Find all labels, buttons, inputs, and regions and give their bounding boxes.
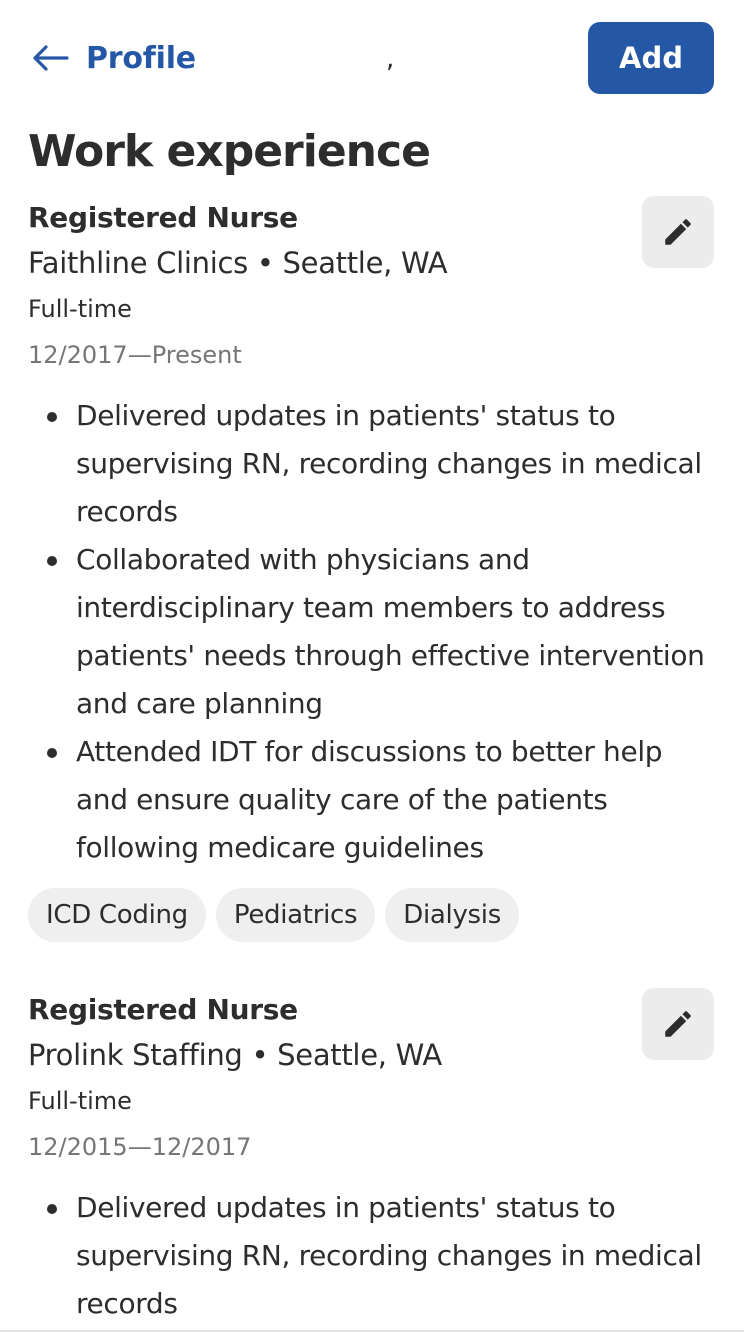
pencil-icon <box>665 1011 691 1037</box>
arrow-left-icon <box>33 45 69 71</box>
list-item: Delivered updates in patients' status to… <box>28 1184 718 1328</box>
job-entry: Registered Nurse Prolink Staffing • Seat… <box>28 988 718 1328</box>
pencil-icon <box>665 219 691 245</box>
list-item: Delivered updates in patients' status to… <box>28 392 718 536</box>
add-button[interactable]: Add <box>588 22 714 94</box>
job-entry: Registered Nurse Faithline Clinics • Sea… <box>28 196 718 942</box>
job-employment-type: Full-time <box>28 295 132 323</box>
job-description-list: Delivered updates in patients' status to… <box>28 1184 718 1328</box>
job-dates: 12/2017—Present <box>28 341 242 369</box>
job-title: Registered Nurse <box>28 201 298 234</box>
skill-chip[interactable]: ICD Coding <box>28 888 206 942</box>
page-title: Work experience <box>28 126 431 177</box>
skill-chip[interactable]: Pediatrics <box>215 888 376 942</box>
header: Profile , Add <box>0 0 744 116</box>
work-experience-page: Profile , Add Work experience Registered… <box>0 0 744 1332</box>
job-company-location: Prolink Staffing • Seattle, WA <box>28 1038 442 1072</box>
skills-list: ICD Coding Pediatrics Dialysis <box>28 888 718 942</box>
edit-job-button[interactable] <box>642 988 714 1060</box>
back-to-profile-link[interactable]: Profile <box>30 36 196 80</box>
job-dates: 12/2015—12/2017 <box>28 1133 252 1161</box>
back-label: Profile <box>86 40 196 76</box>
job-company-location: Faithline Clinics • Seattle, WA <box>28 246 448 280</box>
job-title: Registered Nurse <box>28 993 298 1026</box>
skill-chip[interactable]: Dialysis <box>385 888 519 942</box>
header-stray-text: , <box>386 44 395 74</box>
job-description-list: Delivered updates in patients' status to… <box>28 392 718 872</box>
list-item: Attended IDT for discussions to better h… <box>28 728 718 872</box>
job-employment-type: Full-time <box>28 1087 132 1115</box>
edit-job-button[interactable] <box>642 196 714 268</box>
list-item: Collaborated with physicians and interdi… <box>28 536 718 728</box>
